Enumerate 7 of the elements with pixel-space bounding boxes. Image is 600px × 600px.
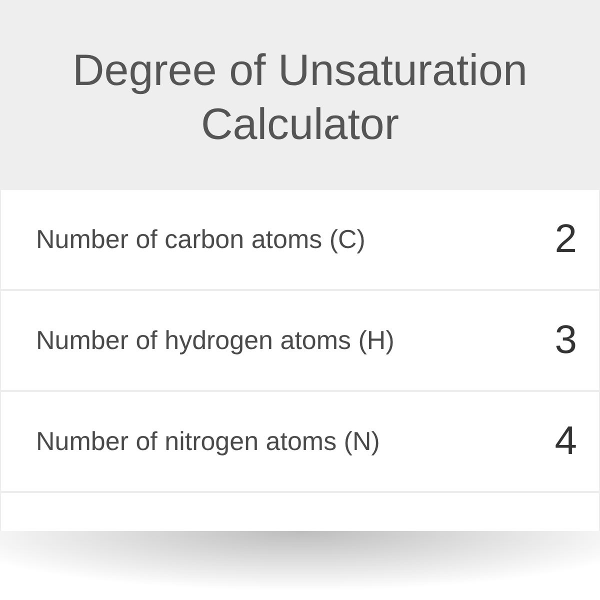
field-label: Number of nitrogen atoms (N): [36, 426, 380, 457]
field-label: Number of carbon atoms (C): [36, 224, 366, 255]
field-value[interactable]: 3: [554, 318, 577, 363]
field-value[interactable]: 4: [554, 419, 577, 464]
field-value[interactable]: 2: [554, 217, 577, 262]
calculator-title: Degree of Unsaturation Calculator: [72, 45, 528, 151]
field-label: Number of hydrogen atoms (H): [36, 325, 394, 356]
